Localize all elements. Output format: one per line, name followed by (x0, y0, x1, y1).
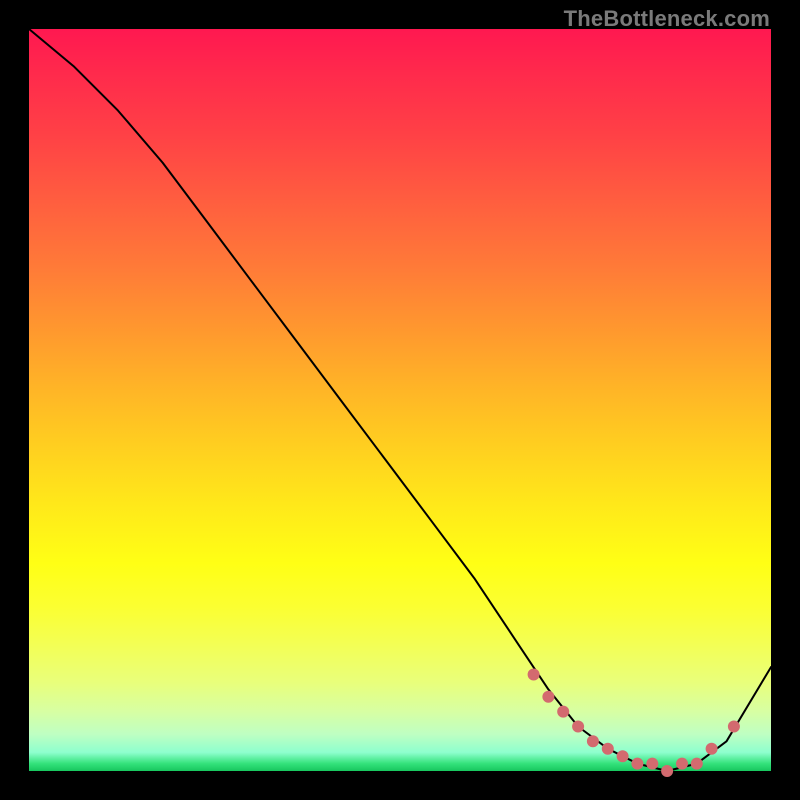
dot (706, 743, 718, 755)
dot (676, 758, 688, 770)
highlight-dots (528, 669, 740, 778)
dot (728, 721, 740, 733)
dot (646, 758, 658, 770)
dot (572, 721, 584, 733)
dot (691, 758, 703, 770)
dot (587, 735, 599, 747)
dot (661, 765, 673, 777)
watermark-text: TheBottleneck.com (564, 6, 770, 32)
dot (557, 706, 569, 718)
dot (542, 691, 554, 703)
dot (528, 669, 540, 681)
chart-stage: TheBottleneck.com (0, 0, 800, 800)
dot (602, 743, 614, 755)
dot (631, 758, 643, 770)
bottleneck-curve (29, 29, 771, 771)
dot (617, 750, 629, 762)
chart-overlay (29, 29, 771, 771)
